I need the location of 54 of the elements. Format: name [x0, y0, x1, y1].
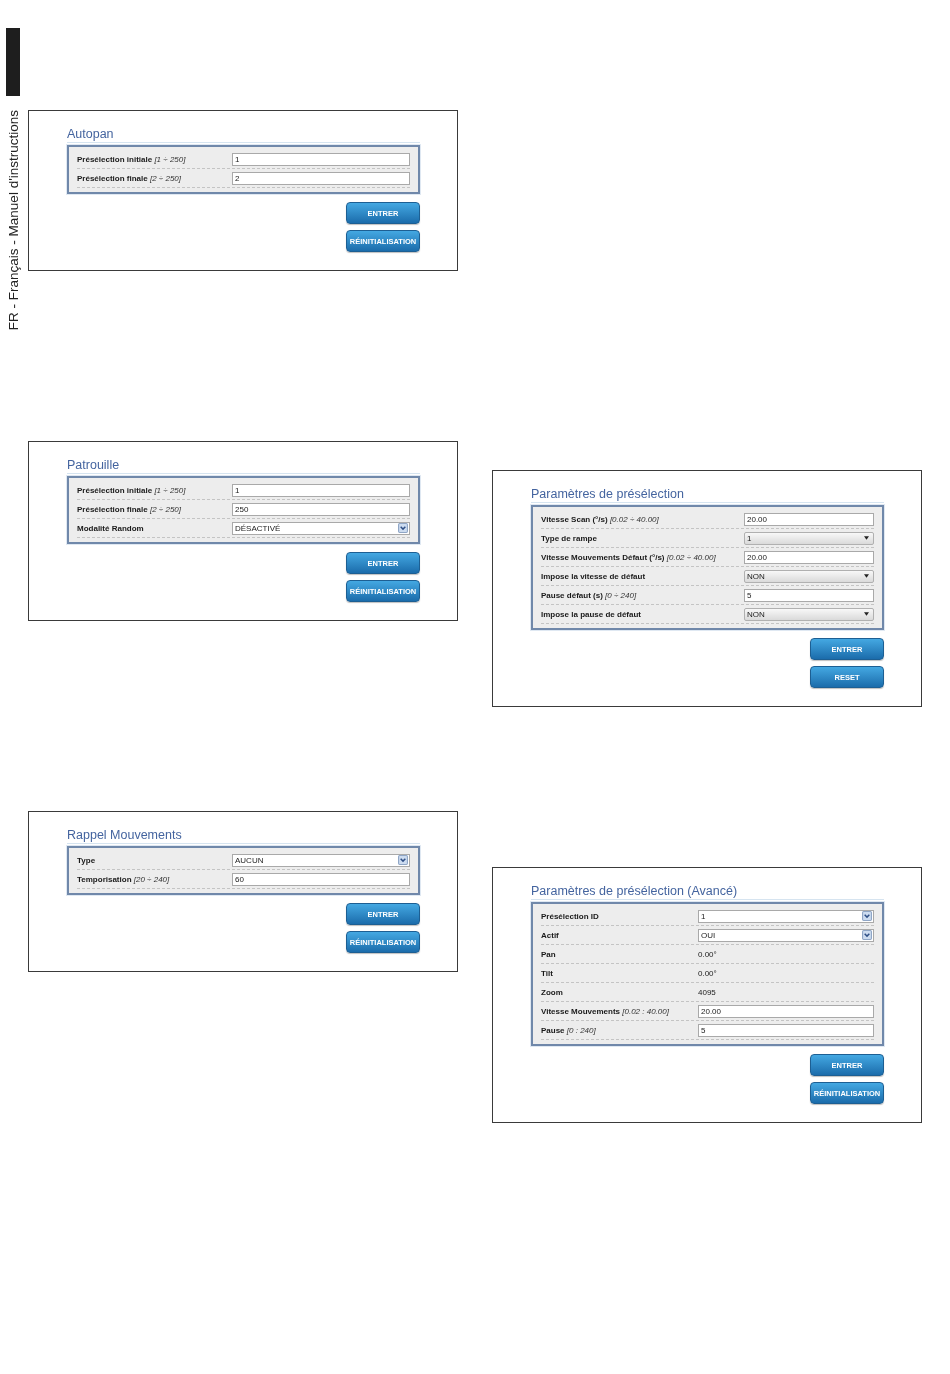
field-label: Temporisation [20 ÷ 240] [77, 873, 171, 885]
text-field[interactable]: 20.00 [698, 1004, 874, 1018]
field-label: Présélection ID [541, 910, 600, 922]
select-field[interactable]: AUCUN [232, 853, 410, 867]
tab-marker [6, 28, 20, 96]
field-label: Pause [0 : 240] [541, 1024, 597, 1036]
field-label: Impose la pause de défaut [541, 608, 643, 620]
field-label: Vitesse Scan (°/s) [0.02 ÷ 40.00] [541, 513, 660, 525]
field-label: Pause défaut (s) [0 ÷ 240] [541, 589, 638, 601]
chevron-down-icon [398, 523, 408, 533]
field-label: Vitesse Mouvements [0.02 : 40.00] [541, 1005, 670, 1017]
chevron-down-icon [398, 855, 408, 865]
select-field[interactable]: NON [744, 569, 874, 583]
text-field[interactable]: 5 [744, 588, 874, 602]
panel-title: Rappel Mouvements [67, 828, 183, 843]
panel-title: Paramètres de présélection [531, 487, 685, 502]
field-label: Type de rampe [541, 532, 598, 544]
field-value: 0.00° [698, 967, 718, 979]
chevron-down-icon [862, 930, 872, 940]
text-field[interactable]: 60 [232, 872, 410, 886]
field-label: Impose la vitesse de défaut [541, 570, 647, 582]
text-field[interactable]: 1 [232, 483, 410, 497]
panel-title: Patrouille [67, 458, 121, 473]
field-label: Zoom [541, 986, 564, 998]
field-label: Présélection finale [2 ÷ 250] [77, 172, 182, 184]
field-label: Modalité Random [77, 522, 145, 534]
field-label: Tilt [541, 967, 554, 979]
text-field[interactable]: 20.00 [744, 550, 874, 564]
field-value: 0.00° [698, 948, 718, 960]
select-field[interactable]: 1 [744, 531, 874, 545]
text-field[interactable]: 5 [698, 1023, 874, 1037]
select-field[interactable]: OUI [698, 928, 874, 942]
triangle-down-icon [864, 574, 869, 578]
field-value: 4095 [698, 986, 717, 998]
text-field[interactable]: 250 [232, 502, 410, 516]
text-field[interactable]: 1 [232, 152, 410, 166]
panel-title: Autopan [67, 127, 115, 142]
field-label: Vitesse Mouvements Défaut (°/s) [0.02 ÷ 40.00] [541, 551, 717, 563]
chevron-down-icon [862, 911, 872, 921]
field-label: Type [77, 854, 97, 866]
panel-title: Paramètres de présélection (Avancé) [531, 884, 739, 899]
select-field[interactable]: 1 [698, 909, 874, 923]
field-label: Présélection finale [2 ÷ 250] [77, 503, 182, 515]
text-field[interactable]: 20.00 [744, 512, 874, 526]
field-label: Présélection initiale [1 ÷ 250] [77, 153, 187, 165]
triangle-down-icon [864, 612, 869, 616]
triangle-down-icon [864, 536, 869, 540]
select-field[interactable]: NON [744, 607, 874, 621]
select-field[interactable]: DÉSACTIVÉ [232, 521, 410, 535]
field-label: Présélection initiale [1 ÷ 250] [77, 484, 187, 496]
field-label: Actif [541, 929, 560, 941]
side-tab-label: FR - Français - Manuel d'instructions [6, 110, 21, 331]
field-label: Pan [541, 948, 557, 960]
text-field[interactable]: 2 [232, 171, 410, 185]
